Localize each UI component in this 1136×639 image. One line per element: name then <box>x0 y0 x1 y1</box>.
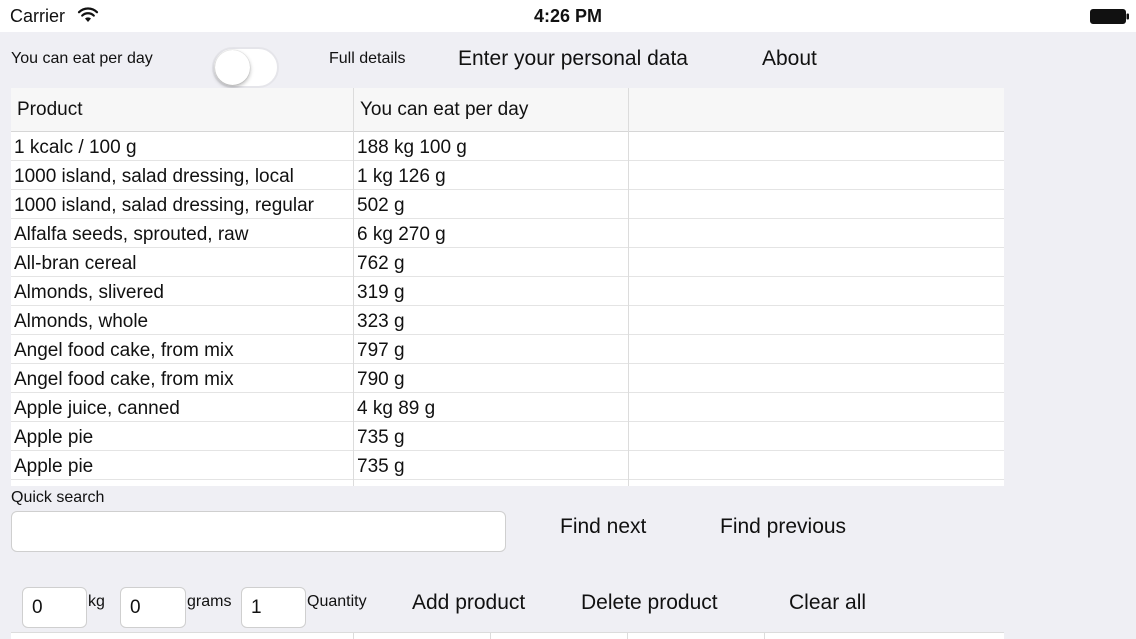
product-name-cell: 1000 island, salad dressing, regular <box>14 195 314 216</box>
column-divider <box>764 633 765 639</box>
amount-cell: 797 g <box>357 340 405 361</box>
table-row[interactable]: Almonds, slivered 319 g <box>11 277 1004 306</box>
kg-label: kg <box>88 593 105 610</box>
quick-search-input[interactable] <box>11 511 506 552</box>
clear-all-button[interactable]: Clear all <box>789 591 866 615</box>
table-row[interactable]: Angel food cake, from mix 790 g <box>11 364 1004 393</box>
toggle-knob <box>215 50 250 85</box>
amount-cell: 502 g <box>357 195 405 216</box>
add-product-button[interactable]: Add product <box>412 591 525 615</box>
column-divider <box>628 88 629 486</box>
table-row[interactable]: Apple pie 735 g <box>11 422 1004 451</box>
product-name-cell: 1 kcalc / 100 g <box>14 137 137 158</box>
amount-cell: 323 g <box>357 311 405 332</box>
product-name-cell: 1000 island, salad dressing, local <box>14 166 294 187</box>
product-name-cell: Angel food cake, from mix <box>14 369 234 390</box>
table-row[interactable]: All-bran cereal 762 g <box>11 248 1004 277</box>
quantity-label: Quantity <box>307 593 367 610</box>
battery-icon <box>1090 9 1129 24</box>
status-time: 4:26 PM <box>533 6 603 26</box>
status-bar: Carrier 4:26 PM <box>0 0 1136 32</box>
product-name-cell: All-bran cereal <box>14 253 137 274</box>
product-name-cell: Almonds, slivered <box>14 282 164 303</box>
amount-cell: 4 kg 89 g <box>357 398 436 419</box>
quick-search-label: Quick search <box>11 489 105 506</box>
amount-cell: 188 kg 100 g <box>357 137 467 158</box>
product-name-cell: Apple pie <box>14 456 94 477</box>
product-name-cell: Almonds, whole <box>14 311 149 332</box>
product-name-cell: Angel food cake, from mix <box>14 340 234 361</box>
header-eat-per-day[interactable]: You can eat per day <box>360 99 528 121</box>
column-divider <box>627 633 628 639</box>
selected-products-table[interactable] <box>11 632 1004 639</box>
table-row[interactable]: Almonds, whole 323 g <box>11 306 1004 335</box>
full-details-toggle[interactable] <box>212 47 279 88</box>
amount-cell: 1 kg 126 g <box>357 166 446 187</box>
amount-cell: 762 g <box>357 253 405 274</box>
kg-input[interactable] <box>22 587 87 628</box>
product-name-cell: Apple pie <box>14 427 94 448</box>
full-details-label: Full details <box>329 50 406 67</box>
table-row[interactable]: Angel food cake, from mix 797 g <box>11 335 1004 364</box>
amount-cell: 6 kg 270 g <box>357 224 446 245</box>
table-row[interactable]: Alfalfa seeds, sprouted, raw 6 kg 270 g <box>11 219 1004 248</box>
column-divider <box>353 88 354 486</box>
header-product[interactable]: Product <box>17 99 82 121</box>
amount-cell: 735 g <box>357 427 405 448</box>
column-divider <box>353 633 354 639</box>
product-name-cell: Alfalfa seeds, sprouted, raw <box>14 224 249 245</box>
table-header: Product You can eat per day <box>11 88 1004 132</box>
about-button[interactable]: About <box>762 47 817 71</box>
amount-cell: 790 g <box>357 369 405 390</box>
find-previous-button[interactable]: Find previous <box>720 515 846 539</box>
top-bar: You can eat per day Full details Enter y… <box>0 32 1136 88</box>
table-row[interactable]: 1000 island, salad dressing, regular 502 … <box>11 190 1004 219</box>
amount-cell: 735 g <box>357 456 405 477</box>
table-row[interactable]: Apple pie 735 g <box>11 451 1004 480</box>
table-row[interactable]: Apple juice, canned 4 kg 89 g <box>11 393 1004 422</box>
eat-per-day-label: You can eat per day <box>11 50 153 67</box>
grams-input[interactable] <box>120 587 186 628</box>
products-table[interactable]: Product You can eat per day 1 kcalc / 10… <box>11 88 1004 486</box>
grams-label: grams <box>187 593 232 610</box>
product-name-cell: Apple juice, canned <box>14 398 180 419</box>
enter-personal-data-button[interactable]: Enter your personal data <box>458 47 688 71</box>
amount-cell: 319 g <box>357 282 405 303</box>
find-next-button[interactable]: Find next <box>560 515 646 539</box>
delete-product-button[interactable]: Delete product <box>581 591 718 615</box>
column-divider <box>490 633 491 639</box>
table-row[interactable]: 1000 island, salad dressing, local 1 kg 1… <box>11 161 1004 190</box>
table-row[interactable]: 1 kcalc / 100 g 188 kg 100 g <box>11 132 1004 161</box>
quantity-input[interactable] <box>241 587 306 628</box>
